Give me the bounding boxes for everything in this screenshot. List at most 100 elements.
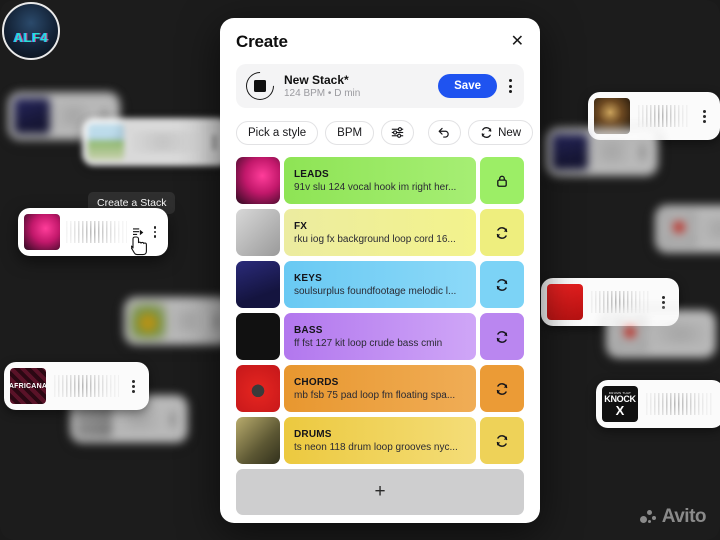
sliders-icon	[391, 127, 404, 138]
pick-a-style-button[interactable]: Pick a style	[236, 120, 319, 145]
mixer-settings-button[interactable]	[381, 120, 415, 145]
track-description: ts neon 118 drum loop grooves nyc...	[294, 441, 458, 453]
add-track-button[interactable]: +	[236, 469, 524, 515]
track-artwork	[236, 313, 280, 360]
regenerate-button[interactable]	[480, 417, 524, 464]
bg-card-blur-right[interactable]	[546, 128, 658, 176]
card-artwork	[24, 214, 60, 250]
avito-dots-icon	[639, 510, 657, 524]
track-description: soulsurplus foundfootage melodic l...	[294, 285, 457, 297]
refresh-icon	[481, 127, 492, 138]
track-row[interactable]: CHORDS mb fsb 75 pad loop fm floating sp…	[236, 365, 524, 412]
card-menu-icon[interactable]	[698, 109, 710, 123]
card-menu-icon[interactable]	[208, 135, 220, 149]
regenerate-button[interactable]	[480, 209, 524, 256]
card-menu-icon[interactable]	[150, 226, 160, 238]
lock-icon	[497, 175, 507, 187]
waveform	[174, 310, 202, 332]
stack-subtitle: 124 BPM • D min	[284, 88, 361, 99]
card-artwork	[88, 124, 124, 160]
lock-button[interactable]	[480, 157, 524, 204]
avito-watermark: Avito	[639, 506, 707, 528]
waveform	[646, 393, 714, 415]
card-artwork	[14, 98, 50, 134]
track-info[interactable]: CHORDS mb fsb 75 pad loop fm floating sp…	[284, 365, 476, 412]
stop-circle-icon[interactable]	[240, 66, 280, 106]
regenerate-button[interactable]	[480, 365, 524, 412]
track-description: ff fst 127 kit loop crude bass cmin	[294, 337, 443, 349]
save-button[interactable]: Save	[438, 74, 497, 98]
waveform	[132, 131, 200, 153]
modal-header: Create ✕	[236, 32, 524, 52]
new-button-label: New	[498, 126, 522, 139]
waveform	[66, 221, 127, 243]
card-menu-icon[interactable]	[127, 379, 139, 393]
track-info[interactable]: LEADS 91v slu 124 vocal hook im right he…	[284, 157, 476, 204]
track-name: CHORDS	[294, 376, 339, 388]
stack-summary-bar: New Stack* 124 BPM • D min Save	[236, 64, 524, 108]
alf4-logo: ALF4	[2, 2, 60, 60]
track-artwork	[236, 365, 280, 412]
create-modal: Create ✕ New Stack* 124 BPM • D min Save…	[220, 18, 540, 523]
undo-arrow-icon	[438, 127, 449, 138]
card-menu-icon[interactable]	[636, 145, 648, 159]
artwork-line3: X	[615, 402, 625, 418]
track-info[interactable]: KEYS soulsurplus foundfootage melodic l.…	[284, 261, 476, 308]
track-row[interactable]: KEYS soulsurplus foundfootage melodic l.…	[236, 261, 524, 308]
refresh-icon	[496, 330, 508, 343]
bg-card-knock[interactable]: DRUMS THAT KNOCK X	[596, 380, 720, 428]
card-artwork	[552, 134, 588, 170]
bg-card-redsm[interactable]	[655, 205, 720, 253]
avito-label: Avito	[661, 506, 707, 527]
mouse-cursor-icon	[130, 236, 149, 258]
card-artwork	[612, 316, 648, 352]
card-artwork: DRUMS THAT KNOCK X	[602, 386, 638, 422]
card-artwork: AFRICANA	[8, 368, 48, 404]
track-artwork	[236, 417, 280, 464]
regenerate-button[interactable]	[480, 313, 524, 360]
track-artwork	[236, 209, 280, 256]
track-description: 91v slu 124 vocal hook im right her...	[294, 181, 457, 193]
bpm-button[interactable]: BPM	[325, 120, 375, 145]
track-name: BASS	[294, 324, 323, 336]
track-name: LEADS	[294, 168, 329, 180]
card-artwork	[547, 284, 583, 320]
track-list: LEADS 91v slu 124 vocal hook im right he…	[236, 157, 524, 464]
regenerate-button[interactable]	[480, 261, 524, 308]
bg-card-blur-right2[interactable]	[606, 310, 716, 358]
undo-button[interactable]	[428, 120, 462, 145]
track-artwork	[236, 261, 280, 308]
card-menu-icon[interactable]	[166, 412, 178, 426]
waveform	[638, 105, 690, 127]
refresh-icon	[496, 278, 508, 291]
close-icon[interactable]: ✕	[511, 34, 524, 50]
track-info[interactable]: FX rku iog fx background loop cord 16...	[284, 209, 476, 256]
card-menu-icon[interactable]	[657, 295, 669, 309]
bg-card-garden[interactable]	[82, 118, 230, 166]
track-description: rku iog fx background loop cord 16...	[294, 233, 456, 245]
card-artwork	[661, 211, 697, 247]
refresh-icon	[496, 434, 508, 447]
stack-name: New Stack*	[284, 73, 349, 87]
track-artwork	[236, 157, 280, 204]
artwork-label: AFRICANA	[8, 382, 48, 390]
logo-label: ALF4	[13, 30, 49, 45]
bg-card-lemon[interactable]	[124, 297, 232, 345]
track-description: mb fsb 75 pad loop fm floating spa...	[294, 389, 456, 401]
track-row[interactable]: DRUMS ts neon 118 drum loop grooves nyc.…	[236, 417, 524, 464]
new-button[interactable]: New	[468, 120, 534, 145]
track-row[interactable]: LEADS 91v slu 124 vocal hook im right he…	[236, 157, 524, 204]
waveform	[596, 141, 628, 163]
stack-menu-icon[interactable]	[507, 79, 514, 93]
track-info[interactable]: BASS ff fst 127 kit loop crude bass cmin	[284, 313, 476, 360]
stack-meta: New Stack* 124 BPM • D min	[284, 73, 428, 99]
track-row[interactable]: BASS ff fst 127 kit loop crude bass cmin	[236, 313, 524, 360]
card-artwork	[130, 303, 166, 339]
track-row[interactable]: FX rku iog fx background loop cord 16...	[236, 209, 524, 256]
bg-card-africana[interactable]: AFRICANA	[4, 362, 149, 410]
refresh-icon	[496, 226, 508, 239]
track-name: KEYS	[294, 272, 323, 284]
toolbar: Pick a style BPM New	[236, 120, 534, 145]
track-name: FX	[294, 220, 308, 232]
track-info[interactable]: DRUMS ts neon 118 drum loop grooves nyc.…	[284, 417, 476, 464]
